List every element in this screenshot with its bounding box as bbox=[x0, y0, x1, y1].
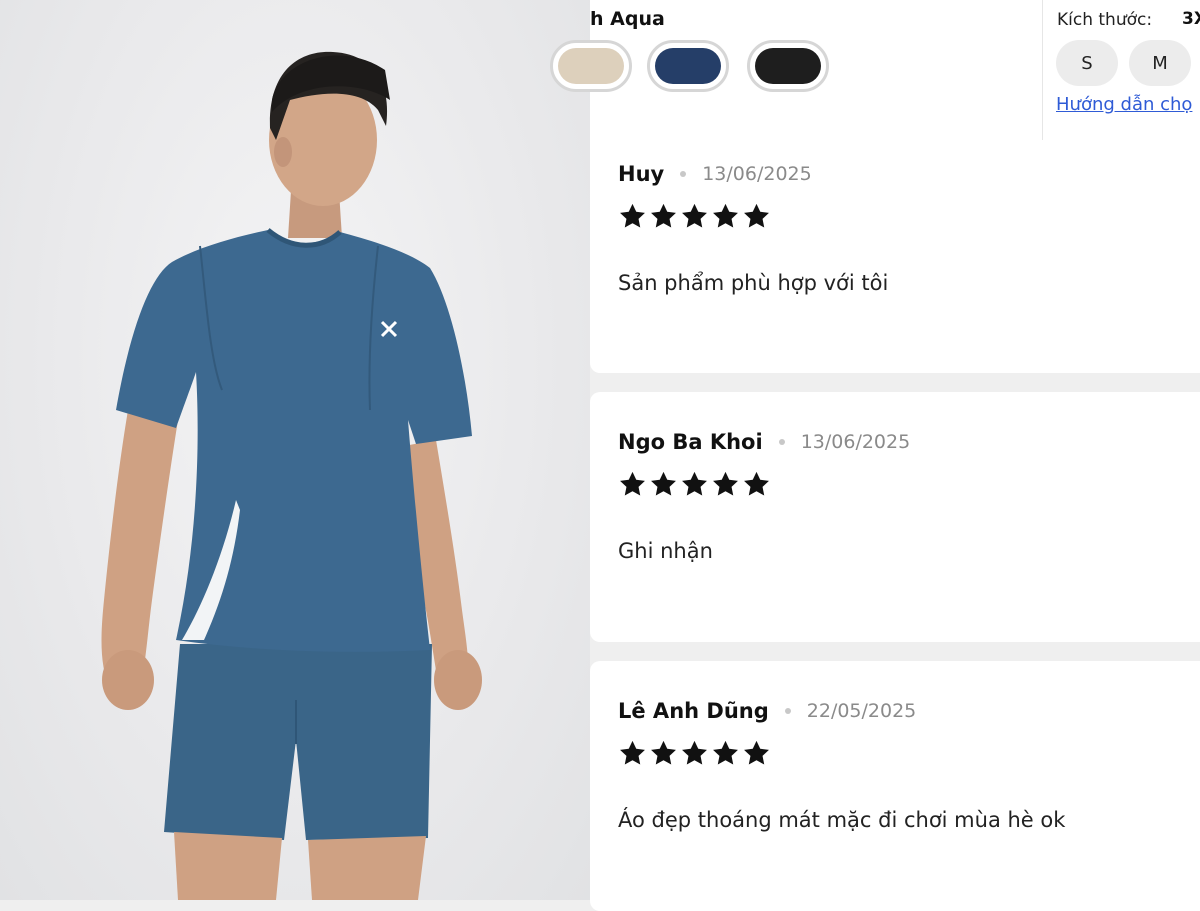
star-icon bbox=[682, 740, 707, 765]
star-icon bbox=[620, 740, 645, 765]
review-date: 13/06/2025 bbox=[702, 163, 812, 185]
size-button-s[interactable]: S bbox=[1056, 40, 1118, 86]
size-guide-link[interactable]: Hướng dẫn chọ bbox=[1056, 94, 1192, 115]
color-swatch-navy[interactable] bbox=[647, 40, 729, 92]
review-header: Lê Anh Dũng 22/05/2025 bbox=[618, 699, 916, 723]
star-icon bbox=[651, 740, 676, 765]
star-icon bbox=[620, 471, 645, 496]
product-detail-panel: h Aqua Kích thước: 3X S M Hướng dẫn chọ … bbox=[550, 0, 1200, 911]
size-button-m[interactable]: M bbox=[1129, 40, 1191, 86]
star-rating bbox=[618, 739, 771, 768]
star-icon bbox=[744, 471, 769, 496]
star-icon bbox=[713, 471, 738, 496]
star-rating bbox=[618, 202, 771, 231]
star-icon bbox=[682, 203, 707, 228]
star-icon bbox=[651, 471, 676, 496]
review-card: Ngo Ba Khoi 13/06/2025 Ghi nhận bbox=[590, 392, 1200, 642]
review-card: Lê Anh Dũng 22/05/2025 Áo đẹp thoáng mát… bbox=[590, 661, 1200, 911]
product-image bbox=[0, 0, 590, 900]
reviewer-name: Huy bbox=[618, 162, 665, 186]
review-date: 13/06/2025 bbox=[800, 431, 911, 453]
star-rating bbox=[618, 470, 771, 499]
selected-color-name: h Aqua bbox=[590, 8, 665, 30]
size-label: Kích thước: bbox=[1057, 10, 1153, 30]
reviewer-name: Lê Anh Dũng bbox=[618, 699, 769, 723]
star-icon bbox=[744, 203, 769, 228]
review-header: Huy 13/06/2025 bbox=[618, 162, 812, 186]
star-icon bbox=[620, 203, 645, 228]
separator-dot bbox=[680, 171, 687, 177]
reviewer-name: Ngo Ba Khoi bbox=[618, 430, 763, 454]
color-swatch-black[interactable] bbox=[747, 40, 829, 92]
size-value: 3X bbox=[1182, 9, 1200, 29]
separator-dot bbox=[778, 439, 785, 445]
review-text: Ghi nhận bbox=[618, 539, 713, 563]
review-card: Huy 13/06/2025 Sản phẩm phù hợp với tôi bbox=[590, 140, 1200, 373]
separator-dot bbox=[784, 708, 791, 714]
review-header: Ngo Ba Khoi 13/06/2025 bbox=[618, 430, 910, 454]
review-date: 22/05/2025 bbox=[806, 700, 917, 722]
star-icon bbox=[651, 203, 676, 228]
star-icon bbox=[713, 740, 738, 765]
review-text: Sản phẩm phù hợp với tôi bbox=[618, 271, 889, 295]
options-divider bbox=[1042, 0, 1043, 153]
star-icon bbox=[713, 203, 738, 228]
star-icon bbox=[744, 740, 769, 765]
product-options-bar: h Aqua Kích thước: 3X S M Hướng dẫn chọ bbox=[550, 0, 1200, 154]
model-illustration bbox=[101, 51, 482, 900]
review-text: Áo đẹp thoáng mát mặc đi chơi mùa hè ok bbox=[618, 808, 1066, 832]
color-swatch-beige[interactable] bbox=[550, 40, 632, 92]
star-icon bbox=[682, 471, 707, 496]
